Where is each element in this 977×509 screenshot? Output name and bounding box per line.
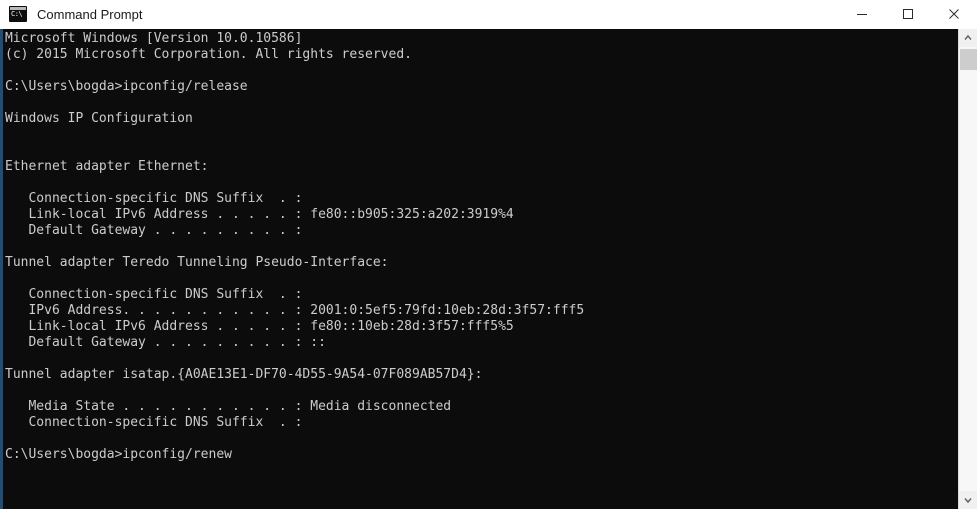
scrollbar-track[interactable] [959, 47, 977, 491]
console-line: Ethernet adapter Ethernet: [5, 159, 209, 174]
vertical-scrollbar[interactable] [958, 29, 977, 509]
console-line: Link-local IPv6 Address . . . . . : fe80… [5, 319, 514, 334]
minimize-button[interactable] [839, 0, 885, 28]
console-line: Tunnel adapter Teredo Tunneling Pseudo-I… [5, 255, 389, 270]
console-line: Windows IP Configuration [5, 111, 193, 126]
console-icon-glyph: C:\ [11, 10, 23, 18]
console-icon: C:\ [9, 6, 27, 22]
console-line: Connection-specific DNS Suffix . : [5, 415, 303, 430]
console-line: Connection-specific DNS Suffix . : [5, 287, 303, 302]
console-line: C:\Users\bogda>ipconfig/renew [5, 447, 232, 462]
console-line: (c) 2015 Microsoft Corporation. All righ… [5, 47, 412, 62]
title-bar-left: C:\ Command Prompt [0, 6, 839, 22]
console-line: Default Gateway . . . . . . . . . : [5, 223, 303, 238]
console-line: Media State . . . . . . . . . . . : Medi… [5, 399, 452, 414]
console-line: Tunnel adapter isatap.{A0AE13E1-DF70-4D5… [5, 367, 483, 382]
window-title: Command Prompt [37, 6, 143, 22]
console-output[interactable]: Microsoft Windows [Version 10.0.10586] (c… [3, 29, 958, 509]
console-line: Connection-specific DNS Suffix . : [5, 191, 303, 206]
title-bar[interactable]: C:\ Command Prompt [0, 0, 977, 29]
scroll-down-button[interactable] [959, 491, 977, 509]
console-line: IPv6 Address. . . . . . . . . . . : 2001… [5, 303, 585, 318]
console-line: Link-local IPv6 Address . . . . . : fe80… [5, 207, 514, 222]
close-button[interactable] [931, 0, 977, 28]
command-prompt-window: C:\ Command Prompt Microsoft Windows [Ve… [0, 0, 977, 509]
scrollbar-thumb[interactable] [960, 49, 977, 70]
console-line: Default Gateway . . . . . . . . . : :: [5, 335, 326, 350]
console-area[interactable]: Microsoft Windows [Version 10.0.10586] (c… [0, 29, 977, 509]
scroll-up-button[interactable] [959, 29, 977, 47]
maximize-button[interactable] [885, 0, 931, 28]
console-line: Microsoft Windows [Version 10.0.10586] [5, 31, 303, 46]
console-line: C:\Users\bogda>ipconfig/release [5, 79, 248, 94]
window-controls [839, 0, 977, 28]
